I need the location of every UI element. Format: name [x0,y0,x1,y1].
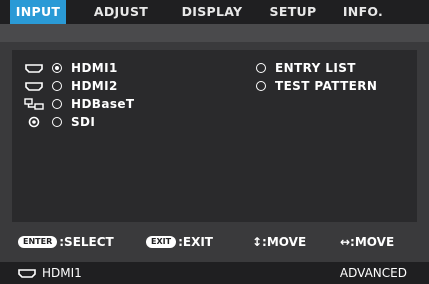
help-move-horizontal-text: ↔:MOVE [340,235,395,249]
source-label: SDI [71,115,96,129]
radio-hdmi1[interactable] [52,63,62,73]
entry-list-item[interactable]: ENTRY LIST [256,60,356,76]
help-exit-text: :EXIT [178,235,213,249]
radio-sdi[interactable] [52,117,62,127]
tab-adjust[interactable]: ADJUST [88,0,154,24]
hdmi-icon [24,61,44,75]
source-item-hdmi1[interactable]: HDMI1 [24,60,118,76]
source-label: HDMI2 [71,79,118,93]
help-move-vertical: ↕:MOVE [252,229,306,255]
menu-mode: ADVANCED [339,266,407,280]
status-bar: HDMI1 ADVANCED [0,262,429,284]
entry-list-label: ENTRY LIST [275,61,356,75]
source-item-sdi[interactable]: SDI [24,114,95,130]
tab-display[interactable]: DISPLAY [172,0,252,24]
exit-key-icon: EXIT [146,236,177,248]
hdbaset-icon [24,97,44,111]
tab-setup[interactable]: SETUP [265,0,321,24]
menu-bar: INPUT ADJUST DISPLAY SETUP INFO. [0,0,429,24]
sdi-icon [24,115,44,129]
radio-hdbaset[interactable] [52,99,62,109]
help-select: ENTER :SELECT [18,229,114,255]
source-item-hdmi2[interactable]: HDMI2 [24,78,118,94]
help-move-horizontal: ↔:MOVE [340,229,394,255]
hdmi-icon [18,268,36,278]
help-move-vertical-text: ↕:MOVE [252,235,307,249]
hdmi-icon [24,79,44,93]
test-pattern-item[interactable]: TEST PATTERN [256,78,377,94]
radio-test-pattern[interactable] [256,81,266,91]
help-select-text: :SELECT [59,235,114,249]
help-exit: EXIT :EXIT [146,229,213,255]
key-guide-bar: ENTER :SELECT EXIT :EXIT ↕:MOVE ↔:MOVE [0,229,429,255]
test-pattern-label: TEST PATTERN [275,79,378,93]
input-source-panel: HDMI1 HDMI2 HDBaseT SDI ENTRY LIST TEST … [12,50,417,222]
source-label: HDBaseT [71,97,135,111]
source-label: HDMI1 [71,61,118,75]
radio-entry-list[interactable] [256,63,266,73]
sub-header [0,24,429,42]
source-item-hdbaset[interactable]: HDBaseT [24,96,135,112]
current-source: HDMI1 [18,262,82,284]
enter-key-icon: ENTER [18,236,58,248]
current-source-label: HDMI1 [42,266,82,280]
radio-hdmi2[interactable] [52,81,62,91]
tab-input[interactable]: INPUT [10,0,66,24]
tab-info[interactable]: INFO. [338,0,388,24]
